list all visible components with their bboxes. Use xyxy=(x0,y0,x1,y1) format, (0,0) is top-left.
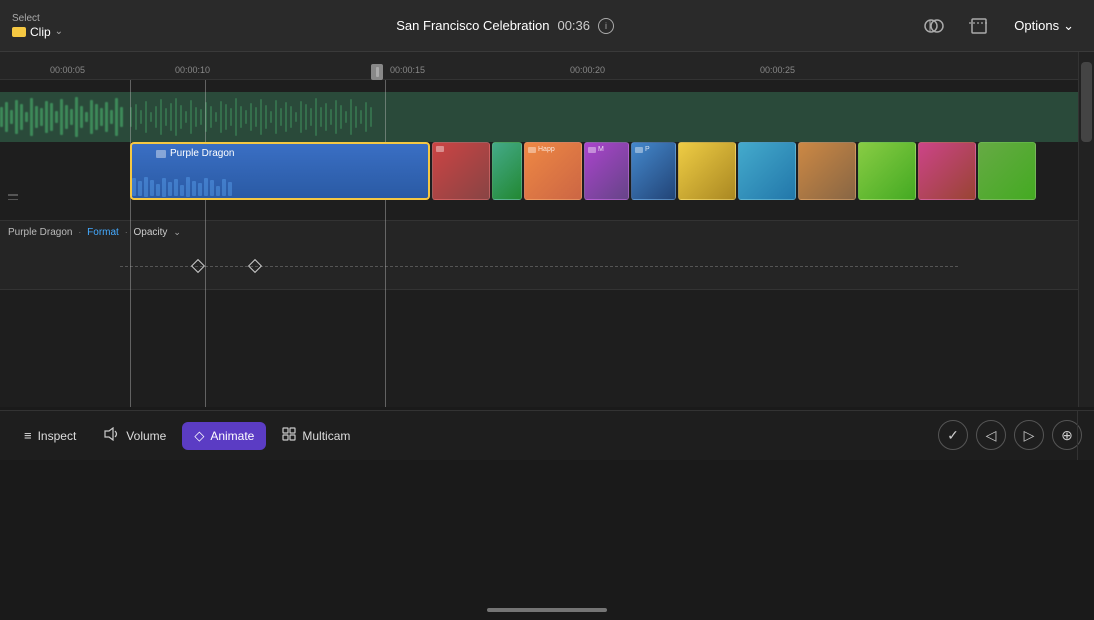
keyframe-clip-name: Purple Dragon xyxy=(8,227,72,238)
clip-thumb-icon xyxy=(156,150,166,158)
list-item[interactable] xyxy=(678,142,736,200)
options-label: Options xyxy=(1014,18,1059,33)
toolbar-right-icons: ✓ ◁ ▷ ⊕ xyxy=(938,420,1082,450)
list-item[interactable] xyxy=(858,142,916,200)
keyframe-area: Purple Dragon · Format · Opacity ⌄ xyxy=(0,220,1078,290)
ruler-time-1: 00:00:05 xyxy=(50,65,85,75)
animate-button[interactable]: ◇ Animate xyxy=(182,422,266,450)
vline-1 xyxy=(130,80,131,407)
list-item[interactable] xyxy=(798,142,856,200)
other-clips-container: Happ M P xyxy=(432,142,1036,200)
color-wheels-button[interactable] xyxy=(918,12,950,40)
keyframe-diamond-2[interactable] xyxy=(248,259,262,273)
timeline-ruler: 00:00:05 00:00:10 00:00:15 00:00:20 00:0… xyxy=(0,52,1078,80)
ruler-time-5: 00:00:25 xyxy=(760,65,795,75)
prev-keyframe-icon: ◁ xyxy=(986,427,997,444)
list-item[interactable] xyxy=(492,142,522,200)
select-label: Select xyxy=(12,13,92,25)
volume-icon xyxy=(104,427,120,444)
list-item[interactable]: P xyxy=(631,142,676,200)
clip-label-purple-dragon: Purple Dragon xyxy=(156,148,234,159)
animation-content-area xyxy=(0,460,1094,620)
list-item[interactable]: M xyxy=(584,142,629,200)
multicam-button[interactable]: Multicam xyxy=(270,421,362,450)
keyframe-diamond-1[interactable] xyxy=(191,259,205,273)
opacity-chevron-icon: ⌄ xyxy=(173,227,181,238)
options-button[interactable]: Options ⌄ xyxy=(1006,14,1082,38)
animate-icon: ◇ xyxy=(194,428,204,444)
inspect-icon: ≡ xyxy=(24,428,32,443)
playhead-marker[interactable] xyxy=(371,64,383,80)
timeline-scrollbar[interactable] xyxy=(1078,52,1094,407)
clip-label: Clip xyxy=(30,25,51,39)
list-item[interactable] xyxy=(918,142,976,200)
list-item[interactable] xyxy=(738,142,796,200)
check-button[interactable]: ✓ xyxy=(938,420,968,450)
clip-purple-dragon[interactable]: Purple Dragon xyxy=(130,142,430,200)
keyframe-format-label[interactable]: Format xyxy=(87,227,119,238)
keyframe-dashed-line xyxy=(120,266,958,267)
project-title: San Francisco Celebration xyxy=(396,18,549,33)
ruler-time-4: 00:00:20 xyxy=(570,65,605,75)
keyframe-label-row: Purple Dragon · Format · Opacity ⌄ xyxy=(8,221,181,243)
waveform-svg xyxy=(0,92,1078,142)
check-icon: ✓ xyxy=(947,427,959,444)
options-chevron-icon: ⌄ xyxy=(1063,18,1074,34)
multicam-icon xyxy=(282,427,296,444)
header-left: Select Clip ⌄ xyxy=(12,13,92,39)
keyframe-opacity-label[interactable]: Opacity xyxy=(134,227,168,238)
project-info-icon[interactable]: i xyxy=(598,18,614,34)
clip-chevron-icon: ⌄ xyxy=(55,26,63,37)
prev-keyframe-button[interactable]: ◁ xyxy=(976,420,1006,450)
clip-inner-waveform xyxy=(132,176,430,198)
audio-track xyxy=(0,92,1078,142)
clip-name-text: Purple Dragon xyxy=(170,148,234,159)
crop-button[interactable] xyxy=(962,12,994,40)
clip-selector[interactable]: Clip ⌄ xyxy=(12,25,92,39)
bottom-toolbar: ≡ Inspect Volume ◇ Animate xyxy=(0,410,1094,620)
next-keyframe-button[interactable]: ▷ xyxy=(1014,420,1044,450)
header-right: Options ⌄ xyxy=(918,12,1082,40)
timeline-area: 00:00:05 00:00:10 00:00:15 00:00:20 00:0… xyxy=(0,52,1078,407)
header: Select Clip ⌄ San Francisco Celebration … xyxy=(0,0,1094,52)
multicam-label: Multicam xyxy=(302,429,350,443)
left-expand-handle[interactable] xyxy=(8,187,18,207)
animate-label: Animate xyxy=(210,429,254,443)
home-indicator xyxy=(487,608,607,612)
next-keyframe-icon: ▷ xyxy=(1024,427,1035,444)
video-track: Purple Dragon xyxy=(0,142,1078,200)
ruler-time-3: 00:00:15 xyxy=(390,65,425,75)
volume-label: Volume xyxy=(126,429,166,443)
vline-2 xyxy=(205,80,206,407)
vline-playhead xyxy=(385,80,386,407)
list-item[interactable]: Happ xyxy=(524,142,582,200)
volume-button[interactable]: Volume xyxy=(92,421,178,450)
add-keyframe-icon: ⊕ xyxy=(1061,427,1073,444)
keyframe-track xyxy=(0,243,1078,289)
inspect-button[interactable]: ≡ Inspect xyxy=(12,422,88,449)
ruler-time-2: 00:00:10 xyxy=(175,65,210,75)
toolbar-buttons: ≡ Inspect Volume ◇ Animate xyxy=(0,410,1094,460)
project-time: 00:36 xyxy=(557,18,590,33)
list-item[interactable] xyxy=(432,142,490,200)
header-center: San Francisco Celebration 00:36 i xyxy=(92,18,918,34)
clip-color-icon xyxy=(12,27,26,37)
track-container: Purple Dragon xyxy=(0,80,1078,407)
list-item[interactable] xyxy=(978,142,1036,200)
scrollbar-thumb[interactable] xyxy=(1081,62,1092,142)
inspect-label: Inspect xyxy=(38,429,77,443)
